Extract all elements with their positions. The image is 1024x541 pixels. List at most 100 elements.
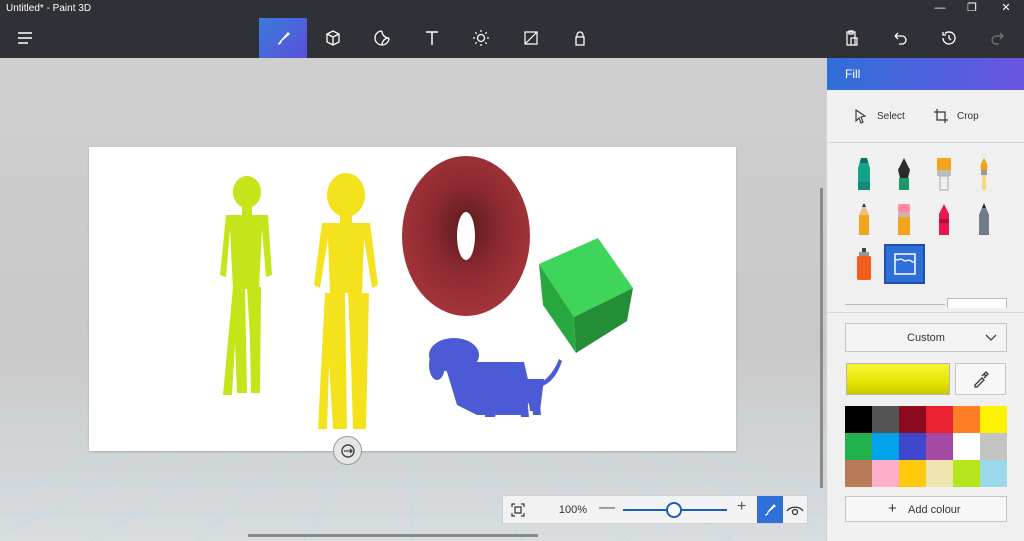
sun-icon	[473, 30, 489, 46]
brush-fill[interactable]	[884, 244, 925, 284]
fit-to-screen-icon[interactable]	[509, 501, 527, 519]
window-title: Untitled* - Paint 3D	[6, 3, 92, 14]
zoom-slider-thumb[interactable]	[666, 502, 682, 518]
brush-eraser[interactable]	[885, 200, 923, 238]
close-button[interactable]: ✕	[991, 0, 1021, 18]
fill-bucket-icon	[893, 253, 916, 275]
minimize-button[interactable]: —	[925, 0, 955, 18]
color-swatch[interactable]	[845, 460, 872, 487]
color-swatch[interactable]	[953, 460, 980, 487]
tool-text[interactable]	[408, 18, 456, 58]
chevron-down-icon	[985, 334, 997, 341]
add-icon: +	[888, 500, 897, 517]
color-swatch[interactable]	[980, 460, 1007, 487]
draw-mode-button[interactable]	[757, 496, 783, 523]
tool-stickers[interactable]	[358, 18, 406, 58]
color-swatch[interactable]	[872, 460, 899, 487]
pixel-pen-icon	[979, 203, 989, 235]
color-swatch[interactable]	[845, 433, 872, 460]
color-swatch[interactable]	[980, 433, 1007, 460]
zoom-in-button[interactable]: +	[737, 498, 746, 516]
thickness-slider[interactable]	[845, 304, 945, 305]
oil-brush-icon	[937, 158, 951, 191]
yellow-figure	[314, 173, 378, 429]
color-swatch[interactable]	[845, 406, 872, 433]
tool-3d-library[interactable]	[556, 18, 604, 58]
color-swatch[interactable]	[980, 406, 1007, 433]
redo-button[interactable]	[974, 18, 1022, 58]
tool-brushes[interactable]	[259, 18, 307, 58]
brush-marker[interactable]	[845, 155, 883, 193]
tool-3d-shapes[interactable]	[309, 18, 357, 58]
brush-oil[interactable]	[925, 155, 963, 193]
select-label: Select	[877, 110, 905, 122]
thickness-value-box[interactable]	[947, 298, 1007, 308]
sticker-icon	[374, 30, 390, 46]
tool-effects[interactable]	[457, 18, 505, 58]
color-swatch[interactable]	[953, 433, 980, 460]
crop-button[interactable]: Crop	[933, 106, 979, 126]
color-swatch[interactable]	[926, 460, 953, 487]
zoom-bar: 100% — +	[502, 495, 808, 524]
rotate-icon	[340, 443, 355, 458]
redo-icon	[991, 32, 1004, 45]
add-colour-label: Add colour	[908, 504, 961, 516]
horizontal-scrollbar[interactable]	[248, 534, 538, 537]
brush-pixel-pen[interactable]	[965, 200, 1003, 238]
side-panel: Fill Select Crop Custom + Add colour	[826, 58, 1024, 541]
color-swatch[interactable]	[899, 406, 926, 433]
eyedropper-button[interactable]	[955, 363, 1006, 395]
brush-icon	[277, 32, 290, 45]
add-colour-button[interactable]: + Add colour	[845, 496, 1007, 522]
color-swatch[interactable]	[899, 433, 926, 460]
green-figure	[220, 176, 272, 395]
pen-icon	[764, 503, 776, 516]
blue-dog	[429, 338, 562, 417]
color-swatch[interactable]	[953, 406, 980, 433]
vertical-scrollbar[interactable]	[820, 188, 823, 488]
green-cube	[539, 238, 633, 353]
fill-type-value: Custom	[907, 332, 945, 344]
panel-divider-2	[827, 312, 1024, 313]
spray-can-icon	[857, 248, 871, 280]
history-button[interactable]	[925, 18, 973, 58]
library-icon	[575, 31, 585, 46]
color-swatch[interactable]	[872, 406, 899, 433]
watercolour-icon	[980, 158, 988, 190]
pencil-icon	[859, 203, 869, 235]
view-icon[interactable]	[785, 500, 805, 520]
brush-calligraphy-pen[interactable]	[885, 155, 923, 193]
restore-button[interactable]: ❐	[957, 0, 987, 18]
undo-button[interactable]	[876, 18, 924, 58]
zoom-out-button[interactable]: —	[599, 499, 615, 517]
color-swatch[interactable]	[899, 460, 926, 487]
selected-color-preview[interactable]	[846, 363, 950, 395]
canvas-artwork	[220, 156, 633, 429]
cube-icon	[326, 30, 340, 46]
red-torus	[402, 156, 530, 316]
rotate-view-button[interactable]	[333, 436, 362, 465]
paste-button[interactable]	[827, 18, 875, 58]
title-bar: Untitled* - Paint 3D — ❐ ✕	[0, 0, 1024, 18]
tool-canvas[interactable]	[507, 18, 555, 58]
fill-type-dropdown[interactable]: Custom	[845, 323, 1007, 352]
color-swatch[interactable]	[926, 433, 953, 460]
eraser-icon	[898, 204, 910, 235]
canvas-icon	[524, 31, 538, 45]
color-swatch[interactable]	[926, 406, 953, 433]
panel-title: Fill	[845, 67, 861, 81]
brush-spray-can[interactable]	[845, 245, 883, 283]
select-button[interactable]: Select	[853, 106, 905, 126]
select-cursor-icon	[855, 108, 867, 124]
text-icon	[426, 31, 438, 45]
brush-pencil[interactable]	[845, 200, 883, 238]
crop-icon	[934, 109, 948, 123]
drawing-canvas[interactable]	[89, 147, 736, 451]
brush-crayon[interactable]	[925, 200, 963, 238]
color-swatch[interactable]	[872, 433, 899, 460]
crop-label: Crop	[957, 110, 979, 122]
menu-button[interactable]	[1, 18, 49, 58]
brush-watercolour[interactable]	[965, 155, 1003, 193]
panel-divider	[827, 142, 1024, 143]
marker-icon	[858, 158, 870, 190]
